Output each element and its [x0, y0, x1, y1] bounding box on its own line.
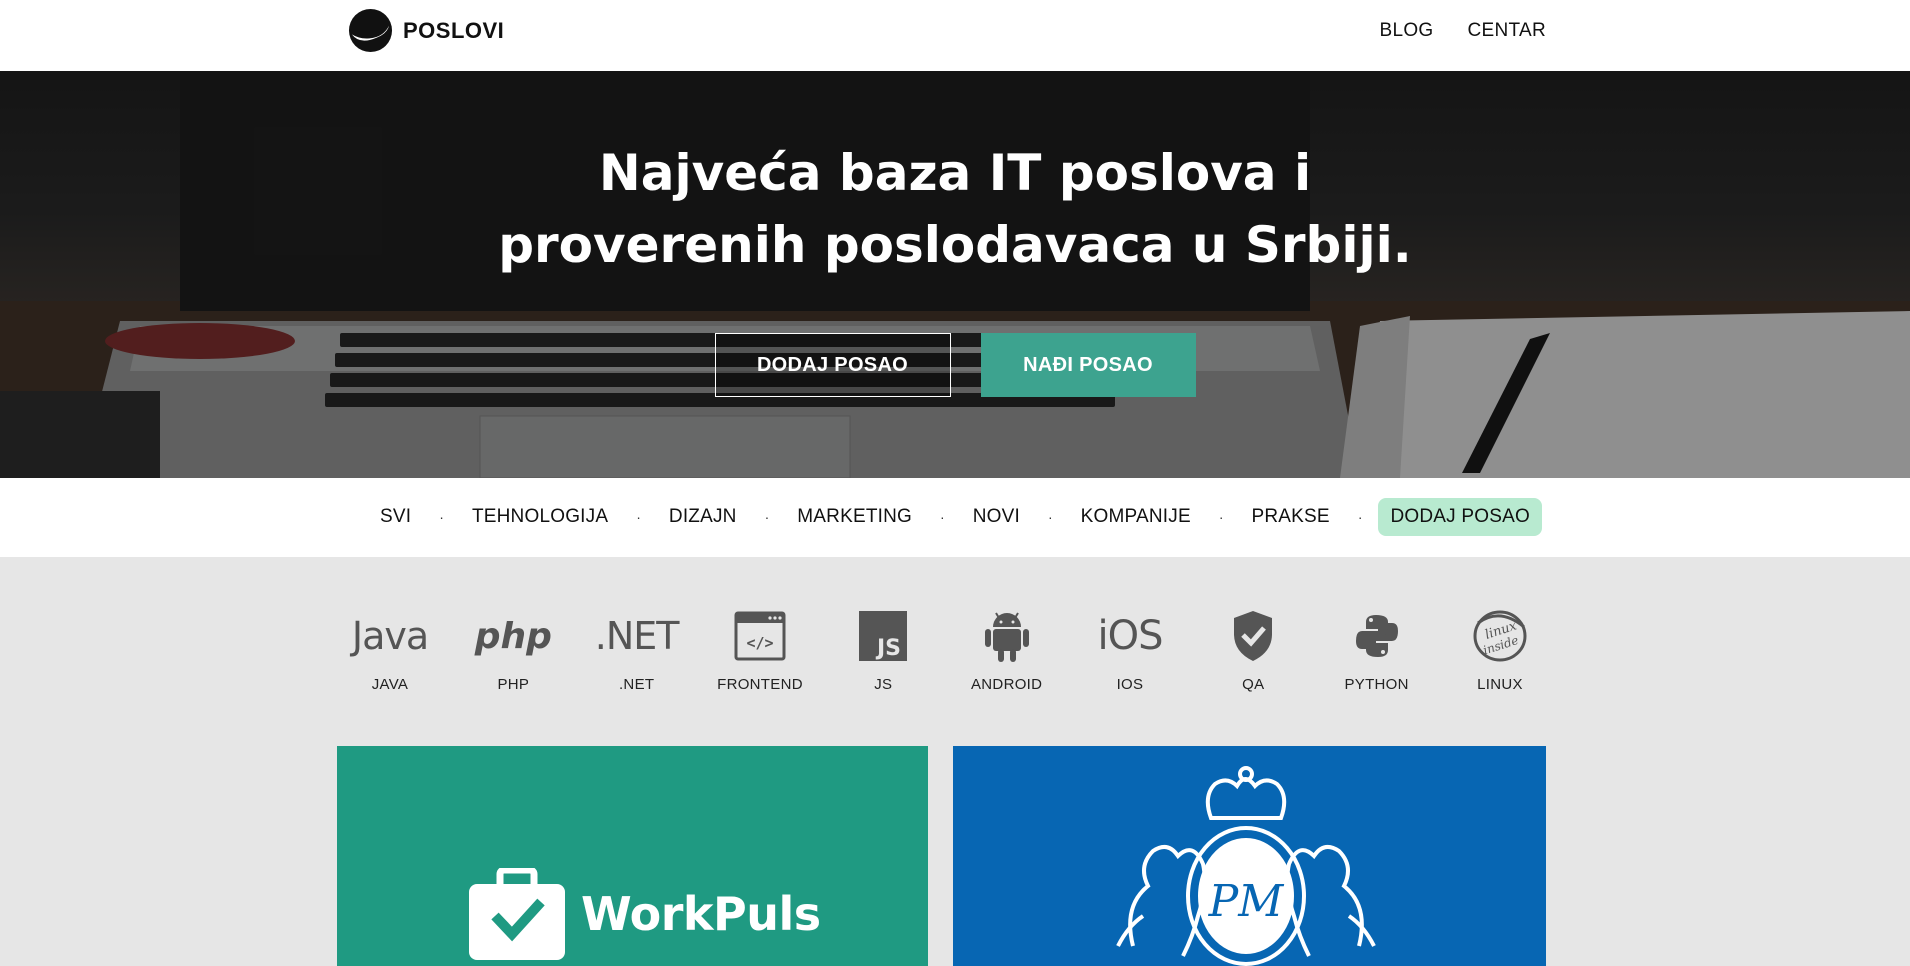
android-icon	[984, 608, 1030, 664]
category-tehnologija[interactable]: TEHNOLOGIJA	[460, 498, 620, 536]
separator: ·	[1357, 509, 1363, 525]
dotnet-icon: .NET	[594, 614, 680, 658]
tech-java[interactable]: Java JAVA	[340, 608, 440, 698]
tech-python[interactable]: PYTHON	[1327, 608, 1427, 698]
separator: ·	[439, 509, 444, 525]
category-dizajn[interactable]: DIZAJN	[657, 498, 749, 536]
top-header: POSLOVI BLOG CENTAR	[0, 0, 1910, 71]
briefcase-check-icon	[469, 868, 565, 960]
tech-label: JS	[874, 676, 893, 693]
java-icon: Java	[351, 614, 429, 658]
tech-label: JAVA	[371, 676, 409, 693]
nadji-posao-button[interactable]: NAĐI POSAO	[980, 333, 1196, 397]
hero-title-line-2: proverenih poslodavaca u Srbiji.	[498, 216, 1412, 274]
python-icon	[1354, 608, 1400, 664]
separator: ·	[636, 509, 641, 525]
poslovi-logo-icon	[348, 8, 393, 53]
tech-frontend[interactable]: </> FRONTEND	[710, 608, 810, 698]
category-dodaj-posao[interactable]: DODAJ POSAO	[1378, 498, 1542, 536]
dodaj-posao-button[interactable]: DODAJ POSAO	[714, 333, 951, 397]
code-window-icon: </>	[734, 608, 786, 664]
ios-icon: iOS	[1097, 613, 1163, 659]
tech-label: FRONTEND	[717, 676, 803, 693]
workpuls-name: WorkPuls	[581, 887, 821, 941]
technology-row: Java JAVA php PHP .NET .NET </> FRONTEND…	[340, 608, 1550, 698]
tech-label: IOS	[1116, 676, 1144, 693]
svg-text:JS: JS	[875, 636, 901, 661]
tech-label: LINUX	[1477, 676, 1523, 693]
hero-section: Najveća baza IT poslova i proverenih pos…	[0, 71, 1910, 478]
category-kompanije[interactable]: KOMPANIJE	[1069, 498, 1203, 536]
tech-js[interactable]: JS JS	[833, 608, 933, 698]
tech-qa[interactable]: QA	[1203, 608, 1303, 698]
tech-php[interactable]: php PHP	[463, 608, 563, 698]
category-nav: SVI · TEHNOLOGIJA · DIZAJN · MARKETING ·…	[0, 478, 1910, 557]
hero-title: Najveća baza IT poslova i proverenih pos…	[0, 137, 1910, 281]
category-prakse[interactable]: PRAKSE	[1240, 498, 1342, 536]
pm-crest-logo: PM	[1116, 766, 1376, 966]
hero-buttons: DODAJ POSAO NAĐI POSAO	[0, 333, 1910, 397]
tech-ios[interactable]: iOS IOS	[1080, 608, 1180, 698]
tech-label: QA	[1242, 676, 1265, 693]
category-svi[interactable]: SVI	[368, 498, 423, 536]
top-nav: BLOG CENTAR	[1379, 20, 1546, 42]
company-card-workpuls[interactable]: WorkPuls	[337, 746, 928, 966]
linux-inside-icon: linux inside	[1472, 608, 1528, 664]
nav-blog-link[interactable]: BLOG	[1379, 20, 1433, 42]
tech-label: ANDROID	[971, 676, 1043, 693]
svg-text:</>: </>	[746, 634, 773, 652]
tech-label: PHP	[497, 676, 530, 693]
tech-dotnet[interactable]: .NET .NET	[587, 608, 687, 698]
separator: ·	[764, 509, 770, 525]
shield-check-icon	[1232, 608, 1274, 664]
separator: ·	[940, 509, 945, 525]
hero-title-line-1: Najveća baza IT poslova i	[598, 144, 1312, 202]
pm-monogram: PM	[1208, 876, 1285, 927]
company-card-pm[interactable]: PM	[953, 746, 1546, 966]
nav-centar-link[interactable]: CENTAR	[1467, 20, 1546, 42]
logo-text: POSLOVI	[403, 17, 505, 43]
tech-label: .NET	[618, 676, 655, 693]
tech-linux[interactable]: linux inside LINUX	[1450, 608, 1550, 698]
separator: ·	[1047, 509, 1053, 525]
category-marketing[interactable]: MARKETING	[785, 498, 924, 536]
php-icon: php	[474, 615, 552, 657]
tech-android[interactable]: ANDROID	[957, 608, 1057, 698]
js-icon: JS	[859, 608, 908, 664]
category-novi[interactable]: NOVI	[961, 498, 1032, 536]
workpuls-logo: WorkPuls	[467, 868, 821, 960]
site-logo[interactable]: POSLOVI	[348, 8, 504, 53]
separator: ·	[1218, 509, 1224, 525]
tech-label: PYTHON	[1344, 676, 1409, 693]
